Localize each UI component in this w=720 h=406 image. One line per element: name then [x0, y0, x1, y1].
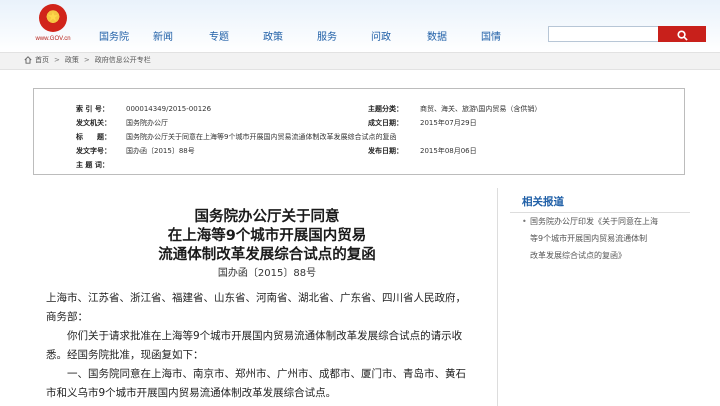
nav-item-news[interactable]: 新闻: [153, 28, 173, 43]
breadcrumb: 首页 > 政策 > 政府信息公开专栏: [24, 55, 151, 65]
home-icon: [24, 56, 32, 64]
meta-row-title: 标 题： 国务院办公厅关于同意在上海等9个城市开展国内贸易流通体制改革发展综合试…: [34, 130, 684, 144]
breadcrumb-home[interactable]: 首页: [35, 56, 49, 64]
meta-value-index-no: 000014349/2015-00126: [126, 105, 212, 113]
meta-label-publish-date: 发布日期：: [368, 147, 403, 155]
meta-row-topic: 主 题 词：: [34, 158, 684, 172]
article-text-line: 一、国务院同意在上海市、南京市、郑州市、广州市、成都市、厦门市、青岛市、黄石: [46, 368, 466, 380]
meta-row-doc-no: 发文字号： 国办函〔2015〕88号 发布日期： 2015年08月06日: [34, 144, 684, 158]
nav-item-policy[interactable]: 政策: [263, 28, 283, 43]
article-text-line: 上海市、江苏省、浙江省、福建省、山东省、河南省、湖北省、广东省、四川省人民政府，: [46, 292, 466, 304]
meta-value-doc-no: 国办函〔2015〕88号: [126, 147, 195, 155]
search-input[interactable]: [548, 26, 658, 42]
article-text-line: 悉。经国务院批准，现函复如下：: [46, 349, 204, 361]
site-header: www.GOV.cn 国务院 新闻 专题 政策 服务 问政 数据 国情: [0, 0, 720, 52]
meta-value-publish-date: 2015年08月06日: [420, 147, 477, 155]
meta-label-issuer: 发文机关：: [76, 119, 111, 127]
meta-value-subject: 商贸、海关、旅游\国内贸易（含供销）: [420, 105, 542, 113]
logo-site-text: www.GOV.cn: [35, 36, 71, 42]
nav-item-guowuyuan[interactable]: 国务院: [99, 28, 129, 43]
nav-item-national-info[interactable]: 国情: [481, 28, 501, 43]
breadcrumb-gov-info[interactable]: 政府信息公开专栏: [95, 56, 151, 64]
meta-label-topic: 主 题 词：: [76, 161, 109, 169]
article-doc-number: 国办函〔2015〕88号: [217, 268, 317, 279]
related-reports-title: 相关报道: [522, 196, 564, 208]
document-metadata-table: 索 引 号： 000014349/2015-00126 主题分类： 商贸、海关、…: [33, 88, 685, 175]
meta-row-issuer: 发文机关： 国务院办公厅 成文日期： 2015年07月29日: [34, 116, 684, 130]
meta-row-index: 索 引 号： 000014349/2015-00126 主题分类： 商贸、海关、…: [34, 102, 684, 116]
related-link-line-3[interactable]: 改革发展综合试点的复函》: [530, 250, 626, 261]
related-link-line-1[interactable]: 国务院办公厅印发《关于同意在上海: [530, 216, 658, 227]
meta-label-title: 标 题：: [76, 133, 111, 141]
gov-logo[interactable]: www.GOV.cn: [34, 4, 72, 50]
article-text-line: 市和义乌市9个城市开展国内贸易流通体制改革发展综合试点。: [46, 387, 337, 399]
breadcrumb-separator: >: [83, 56, 90, 64]
breadcrumb-separator: >: [54, 56, 60, 64]
meta-label-doc-no: 发文字号：: [76, 147, 111, 155]
national-emblem-icon: [39, 4, 67, 32]
meta-value-written-date: 2015年07月29日: [420, 119, 477, 127]
meta-label-written-date: 成文日期：: [368, 119, 403, 127]
nav-item-service[interactable]: 服务: [317, 28, 337, 43]
bullet-icon: •: [522, 217, 527, 226]
search-icon: [676, 29, 688, 41]
article-title-line-2: 在上海等9个城市开展国内贸易: [167, 228, 367, 244]
article-title-line-3: 流通体制改革发展综合试点的复函: [158, 247, 376, 263]
column-divider: [497, 188, 498, 406]
search-button[interactable]: [658, 26, 706, 42]
related-link-line-2[interactable]: 等9个城市开展国内贸易流通体制: [530, 233, 647, 244]
meta-label-subject: 主题分类：: [368, 105, 403, 113]
meta-value-title: 国务院办公厅关于同意在上海等9个城市开展国内贸易流通体制改革发展综合试点的复函: [126, 133, 397, 141]
breadcrumb-policy[interactable]: 政策: [65, 56, 79, 64]
article-title-line-1: 国务院办公厅关于同意: [194, 209, 340, 225]
nav-item-inquiry[interactable]: 问政: [371, 28, 391, 43]
article-text-line: 商务部：: [46, 311, 88, 323]
meta-value-issuer: 国务院办公厅: [126, 119, 168, 127]
meta-label-index-no: 索 引 号：: [76, 105, 109, 113]
breadcrumb-bar: 首页 > 政策 > 政府信息公开专栏: [0, 52, 720, 70]
related-divider: [510, 212, 690, 213]
nav-item-topics[interactable]: 专题: [209, 28, 229, 43]
nav-item-data[interactable]: 数据: [427, 28, 447, 43]
article-text-line: 你们关于请求批准在上海等9个城市开展国内贸易流通体制改革发展综合试点的请示收: [46, 330, 463, 342]
